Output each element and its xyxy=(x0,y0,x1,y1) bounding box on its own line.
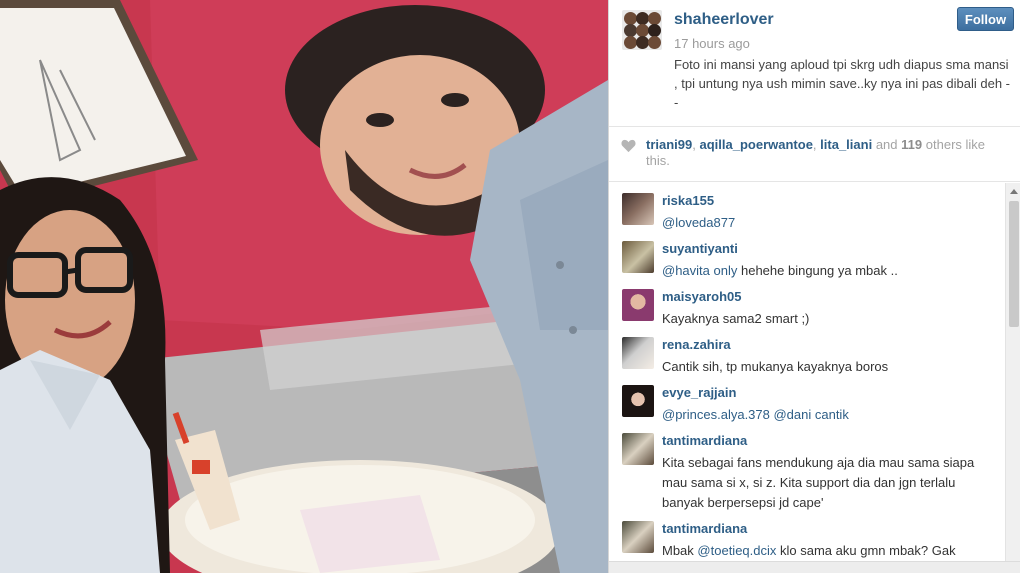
comment-body: Kayaknya sama2 smart ;) xyxy=(662,311,810,326)
post-sidebar: shaheerlover 17 hours ago Foto ini mansi… xyxy=(608,0,1020,573)
commenter-avatar[interactable] xyxy=(622,241,654,273)
likes-section: triani99, aqilla_poerwantoe, lita_liani … xyxy=(609,126,1020,182)
comment-body: Cantik sih, tp mukanya kayaknya boros xyxy=(662,359,889,374)
comment-prefix: Mbak xyxy=(662,543,694,558)
commenter-username[interactable]: riska155 xyxy=(662,193,714,208)
heart-icon[interactable] xyxy=(621,139,636,153)
commenter-username[interactable]: tantimardiana xyxy=(662,521,747,536)
commenter-username[interactable]: maisyaroh05 xyxy=(662,289,742,304)
comment-input-bar[interactable] xyxy=(609,561,1020,573)
commenter-avatar[interactable] xyxy=(622,521,654,553)
commenter-username[interactable]: evye_rajjain xyxy=(662,385,736,400)
likes-and-text: and xyxy=(875,137,898,152)
comment-body: Kita sebagai fans mendukung aja dia mau … xyxy=(662,455,975,510)
liker-link[interactable]: triani99 xyxy=(646,137,692,152)
post-header: shaheerlover 17 hours ago Foto ini mansi… xyxy=(609,0,1020,126)
likes-summary: triani99, aqilla_poerwantoe, lita_liani … xyxy=(646,137,991,169)
owner-username[interactable]: shaheerlover xyxy=(674,11,774,29)
commenter-avatar[interactable] xyxy=(622,289,654,321)
comment-body: hehehe bingung ya mbak .. xyxy=(740,263,898,278)
comment-mention[interactable]: @havita only xyxy=(662,263,737,278)
comment-text: @loveda877 xyxy=(662,213,992,233)
comment-text: Mbak @toetieq.dcix klo sama aku gmn mbak… xyxy=(662,541,992,561)
post-photo xyxy=(0,0,608,573)
likes-separator: , xyxy=(692,137,696,152)
liker-link[interactable]: aqilla_poerwantoe xyxy=(700,137,813,152)
comment-mention[interactable]: @toetieq.dcix xyxy=(697,543,776,558)
comment-mention[interactable]: @loveda877 xyxy=(662,215,735,230)
comment-body: klo sama aku gmn mbak? Gak xyxy=(780,543,956,558)
post-caption: Foto ini mansi yang aploud tpi skrg udh … xyxy=(674,57,1011,110)
likes-separator: , xyxy=(812,137,817,152)
commenter-username[interactable]: suyantiyanti xyxy=(662,241,738,256)
commenter-avatar[interactable] xyxy=(622,337,654,369)
commenter-username[interactable]: rena.zahira xyxy=(662,337,731,352)
commenter-avatar[interactable] xyxy=(622,433,654,465)
commenter-avatar[interactable] xyxy=(622,385,654,417)
comments-scrollbar[interactable] xyxy=(1005,183,1020,561)
comments-list: riska155 @loveda877 suyantiyanti @havita… xyxy=(609,183,1004,573)
comment-text: @princes.alya.378 @dani cantik xyxy=(662,405,992,425)
scrollbar-thumb[interactable] xyxy=(1009,201,1019,327)
comment-text: @havita only hehehe bingung ya mbak .. xyxy=(662,261,992,281)
likes-count[interactable]: 119 xyxy=(901,137,922,152)
scroll-up-arrow-icon[interactable] xyxy=(1006,183,1020,199)
owner-avatar[interactable] xyxy=(622,10,662,50)
comment-mention[interactable]: @princes.alya.378 @dani cantik xyxy=(662,407,849,422)
liker-link[interactable]: lita_liani xyxy=(820,137,872,152)
follow-button[interactable]: Follow xyxy=(957,7,1014,31)
post-timestamp: 17 hours ago xyxy=(674,36,750,51)
photo-illustration xyxy=(0,0,608,573)
commenter-avatar[interactable] xyxy=(622,193,654,225)
commenter-username[interactable]: tantimardiana xyxy=(662,433,747,448)
